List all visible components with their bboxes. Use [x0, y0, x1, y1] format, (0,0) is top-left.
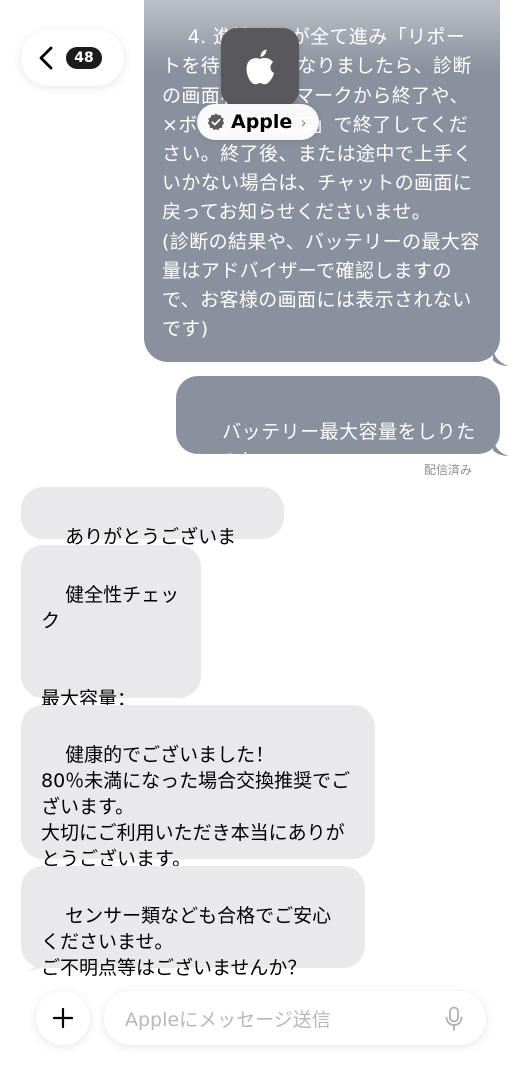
message-text: 健康的でございました！ 80％未満になった場合交換推奨でございます。 大切にご利…	[41, 744, 351, 870]
apple-logo-icon	[246, 49, 274, 85]
message-text: 4. 進捗バーが全て進み「リポートを待機中」となりましたら、診断の画面右上の×マ…	[162, 26, 480, 398]
delivered-status: 配信済み	[423, 463, 472, 477]
message-bubble-outgoing[interactable]: 4. 進捗バーが全て進み「リポートを待機中」となりましたら、診断の画面右上の×マ…	[144, 0, 500, 399]
unread-count-badge: 48	[66, 47, 102, 69]
add-attachment-button[interactable]	[36, 991, 90, 1045]
bubble-tail	[27, 955, 43, 971]
message-bubble-incoming[interactable]: センサー類なども合格でご安心くださいませ。 ご不明点等はございませんか？	[21, 866, 365, 979]
contact-name: Apple	[231, 111, 293, 133]
bubble-tail	[493, 350, 509, 366]
contact-avatar[interactable]	[221, 28, 299, 106]
chevron-right-icon: ›	[300, 112, 307, 132]
message-input-placeholder: Appleにメッセージ送信	[125, 1008, 331, 1031]
microphone-icon[interactable]	[444, 1006, 464, 1032]
message-list[interactable]: 4. 進捗バーが全て進み「リポートを待機中」となりましたら、診断の画面右上の×マ…	[0, 0, 521, 985]
back-button[interactable]: 48	[21, 30, 124, 86]
message-bubble-incoming[interactable]: ありがとうございます！	[21, 487, 284, 574]
contact-name-pill[interactable]: Apple ›	[197, 104, 319, 140]
chevron-left-icon	[39, 46, 53, 70]
message-input[interactable]: Appleにメッセージ送信	[104, 991, 486, 1045]
message-bubble-incoming[interactable]: 健全性チェック 最大容量： 91%	[21, 545, 201, 736]
message-bubble-outgoing[interactable]: バッテリー最大容量をしりたいです。	[176, 376, 500, 472]
message-bubble-incoming[interactable]: 健康的でございました！ 80％未満になった場合交換推奨でございます。 大切にご利…	[21, 705, 375, 870]
composer-bar: Appleにメッセージ送信	[0, 975, 521, 1080]
message-text: センサー類なども合格でご安心くださいませ。 ご不明点等はございませんか？	[41, 905, 332, 979]
bubble-tail	[493, 440, 509, 456]
verified-badge-icon	[207, 113, 225, 131]
plus-icon	[52, 1007, 74, 1029]
